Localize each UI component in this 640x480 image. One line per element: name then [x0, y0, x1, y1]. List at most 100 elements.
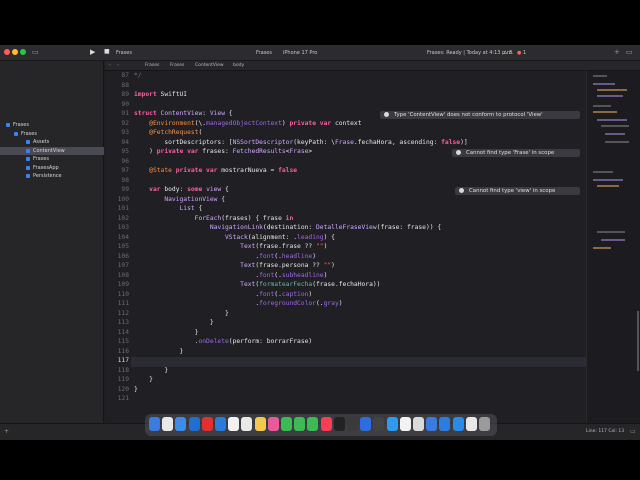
dock-app-icon[interactable]	[439, 417, 451, 431]
dock-app-icon[interactable]	[386, 417, 398, 431]
code-token: .fechaHora, ascending:	[353, 138, 442, 146]
dock-app-icon[interactable]	[399, 417, 411, 431]
code-line: var body: some view {	[134, 186, 229, 193]
dock-app-icon[interactable]	[149, 417, 160, 431]
code-line: sortDescriptors: [NSSortDescriptor(keyPa…	[134, 138, 467, 146]
code-token: formatearFecha	[259, 281, 313, 288]
code-token: mostrarNueva =	[217, 167, 279, 174]
breadcrumb-0[interactable]: Frases	[145, 63, 159, 68]
code-token: in	[285, 214, 294, 222]
error-annotation[interactable]: Cannot find type 'view' in scope	[455, 186, 580, 195]
dock-app-icon[interactable]	[294, 417, 306, 431]
code-token: Frase	[334, 138, 354, 146]
dock-app-icon[interactable]	[188, 417, 200, 431]
dock-app-icon[interactable]	[175, 417, 187, 431]
code-token: Text	[240, 243, 256, 250]
code-token: (\.	[194, 119, 207, 127]
dock-app-icon[interactable]	[333, 417, 345, 431]
code-line: }	[134, 310, 229, 317]
code-token: (frase.fechaHora))	[312, 281, 381, 288]
dock-app-icon[interactable]	[201, 417, 213, 431]
breadcrumb-1[interactable]: Frases	[170, 63, 184, 68]
project-tab[interactable]: Frases	[116, 50, 132, 56]
dock-app-icon[interactable]	[307, 417, 319, 431]
device-selector[interactable]: iPhone 17 Pro	[283, 50, 317, 56]
code-token: (.	[315, 300, 324, 307]
dock-app-icon[interactable]	[281, 417, 292, 431]
code-token: )	[331, 262, 335, 269]
warning-icon[interactable]: ⚠	[503, 50, 507, 56]
run-icon[interactable]: ▶	[90, 48, 95, 56]
sidebar-item-label: Frases	[13, 122, 29, 128]
sidebar-item[interactable]: FrasesApp	[0, 164, 104, 172]
dock-app-icon[interactable]	[228, 417, 240, 431]
dock-app-icon[interactable]	[215, 417, 226, 431]
minimap[interactable]	[586, 71, 640, 423]
code-token: context	[331, 119, 362, 127]
dock-app-icon[interactable]	[320, 417, 332, 431]
line-number: 89	[121, 91, 129, 98]
stop-icon[interactable]: ■	[104, 48, 110, 55]
error-annotation[interactable]: Cannot find type 'Frase' in scope	[452, 148, 580, 157]
scheme-selector[interactable]: Frases	[256, 50, 272, 56]
code-token: FetchedResults	[232, 148, 286, 155]
add-file-icon[interactable]: +	[4, 428, 9, 435]
dock-app-icon[interactable]	[413, 417, 424, 431]
breadcrumb-2[interactable]: ContentView	[195, 63, 224, 68]
add-tab-icon[interactable]: +	[614, 48, 620, 56]
error-icon[interactable]: ●	[517, 50, 521, 56]
back-icon[interactable]: ‹	[109, 63, 111, 68]
dock-app-icon[interactable]	[465, 417, 477, 431]
dock-app-icon[interactable]	[452, 417, 464, 431]
code-token: font	[259, 290, 275, 298]
sidebar-item[interactable]: Assets	[0, 138, 104, 146]
dock-app-icon[interactable]	[254, 417, 266, 431]
code-line: }	[134, 386, 138, 393]
code-token: (frases) { frase	[221, 214, 286, 222]
error-annotation[interactable]: Type 'ContentView' does not conform to p…	[380, 110, 580, 119]
dock-app-icon[interactable]	[426, 417, 438, 431]
dock-app-icon[interactable]	[347, 417, 358, 431]
inspector-toggle-icon[interactable]: ▭	[626, 48, 633, 56]
code-token: ContentView	[160, 110, 203, 117]
file-icon	[26, 148, 30, 153]
dock-app-icon[interactable]	[360, 417, 372, 431]
code-token: )	[312, 252, 317, 260]
code-token: @State	[134, 167, 172, 174]
code-line: import SwiftUI	[134, 91, 187, 98]
line-number: 103	[117, 224, 129, 231]
code-token: private var	[289, 119, 332, 127]
sidebar-item[interactable]: ContentView	[0, 146, 104, 155]
code-token: VStack	[225, 233, 248, 241]
sidebar-item[interactable]: Persistence	[0, 172, 104, 180]
forward-icon[interactable]: ›	[117, 63, 119, 68]
code-token: false	[278, 167, 298, 174]
minimize-window-button[interactable]	[12, 49, 18, 55]
line-number: 90	[121, 100, 129, 108]
dock	[145, 414, 497, 436]
breadcrumb-3[interactable]: body	[233, 63, 244, 68]
code-token: font	[259, 252, 275, 260]
dock-app-icon[interactable]	[267, 417, 279, 431]
panel-toggle-icon[interactable]: ▭	[630, 428, 636, 435]
dock-app-icon[interactable]	[241, 417, 253, 431]
line-number: 113	[117, 319, 129, 326]
dock-app-icon[interactable]	[162, 417, 174, 431]
sidebar-item-label: Frases	[21, 130, 37, 137]
sidebar-item-label: Frases	[33, 156, 49, 162]
zoom-window-button[interactable]	[20, 49, 26, 55]
sidebar-item[interactable]: Frases	[0, 130, 104, 138]
line-number: 111	[117, 300, 129, 307]
sidebar-toggle-icon[interactable]: ▭	[32, 48, 39, 56]
dock-app-icon[interactable]	[479, 417, 490, 431]
sidebar-item[interactable]: Frases	[0, 155, 104, 163]
sidebar-item[interactable]: Frases	[0, 121, 104, 129]
file-icon	[26, 157, 30, 161]
close-window-button[interactable]	[4, 49, 10, 55]
dock-app-icon[interactable]	[373, 417, 385, 431]
code-line: @Environment(\.managedObjectContext) pri…	[134, 119, 362, 127]
code-editor[interactable]: */ import SwiftUI struct ContentView: View…	[131, 71, 586, 423]
